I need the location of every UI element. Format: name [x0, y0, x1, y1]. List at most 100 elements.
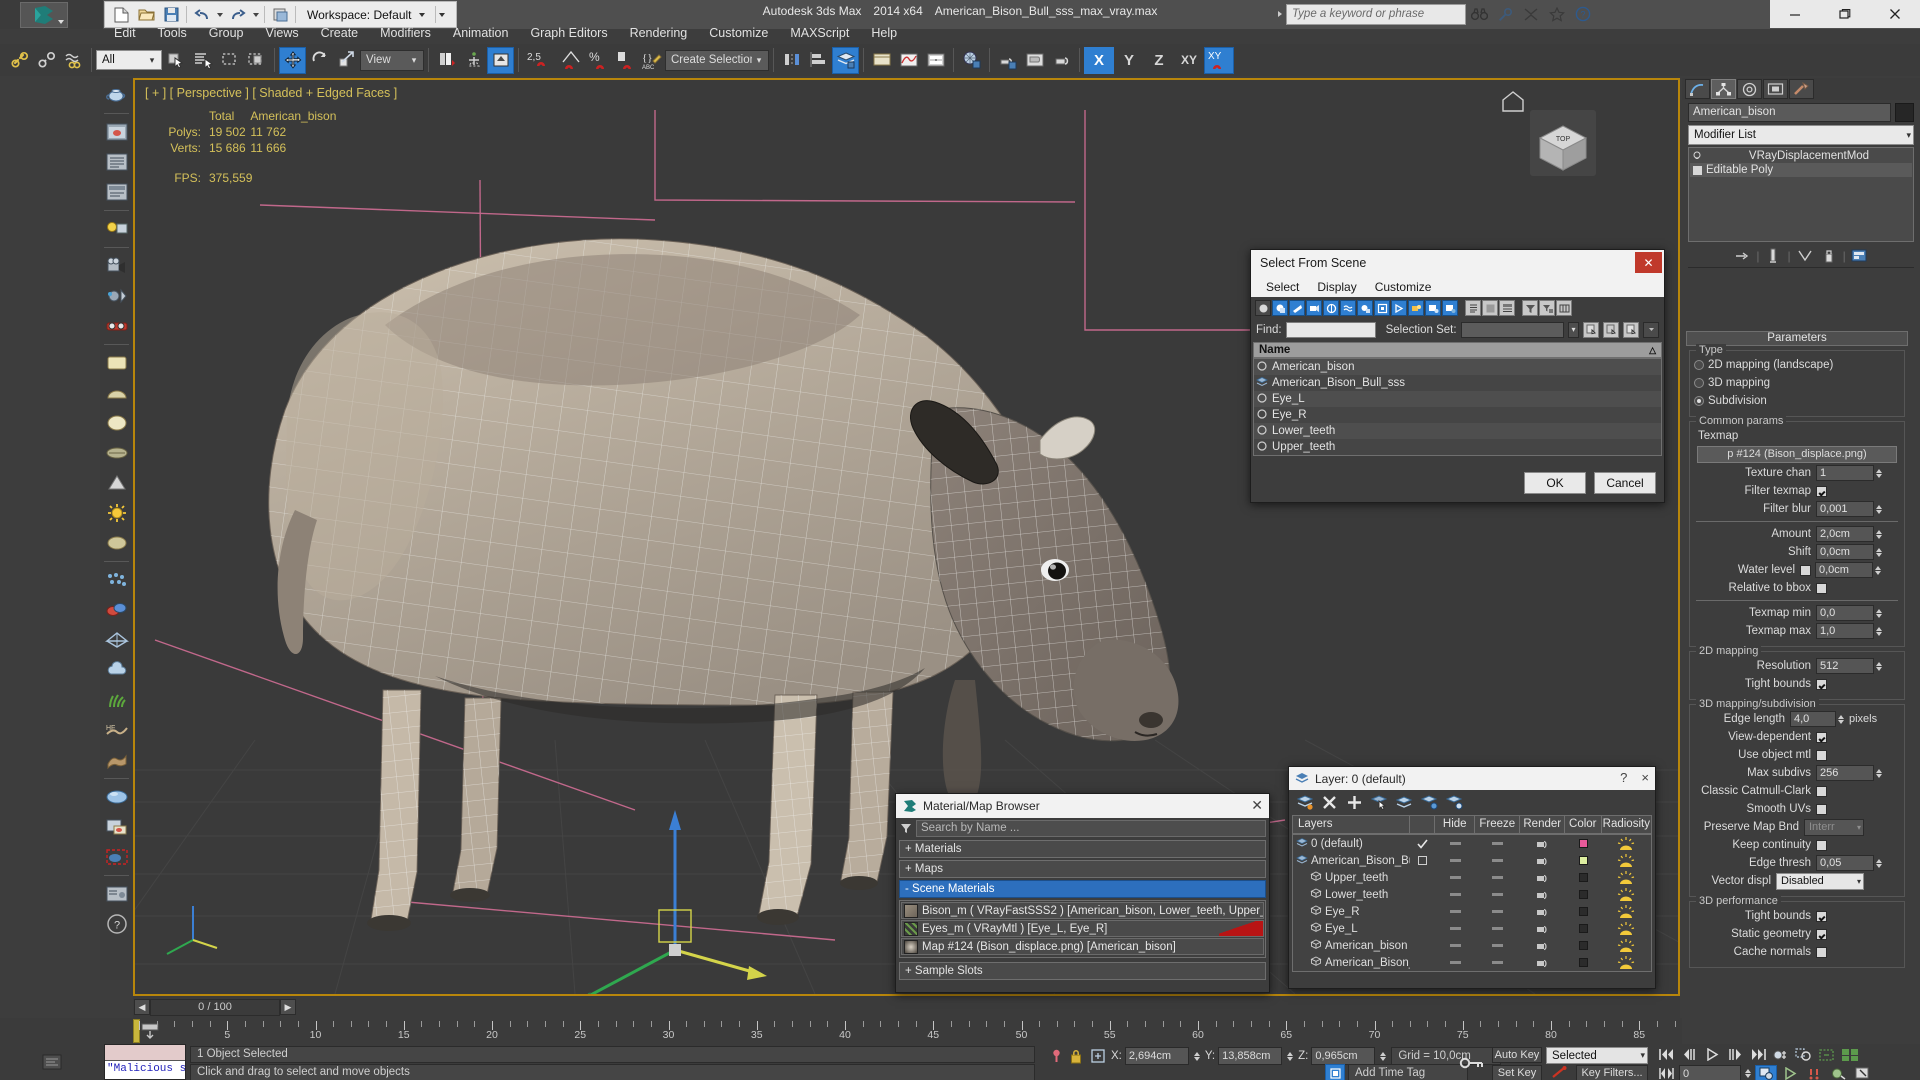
edit-named-selection-sets-icon[interactable]: {} ABC: [638, 47, 665, 74]
highlight-selected-objects-icon[interactable]: [1395, 793, 1414, 811]
edge-thresh-spinner[interactable]: [1874, 854, 1884, 872]
subscription-icon[interactable]: [1518, 2, 1544, 26]
chevron-down-icon-8[interactable]: ▾: [1568, 321, 1579, 338]
texture-chan-field[interactable]: 1: [1816, 465, 1874, 481]
layer-render-toggle[interactable]: [1521, 869, 1565, 886]
snaps-toggle-icon[interactable]: 2,5: [523, 47, 557, 74]
sfs-display-xrefs-icon[interactable]: [1391, 300, 1407, 316]
water-level-field[interactable]: 0,0cm: [1815, 562, 1873, 578]
layer-render-toggle[interactable]: [1521, 903, 1565, 920]
selection-filter-dropdown[interactable]: All ▾: [96, 50, 162, 70]
time-configuration-icon[interactable]: [1770, 1046, 1792, 1063]
z-spinner[interactable]: [1378, 1047, 1388, 1065]
sfs-close-button[interactable]: ✕: [1635, 252, 1662, 273]
remove-modifier-icon[interactable]: [1819, 246, 1839, 266]
keep-continuity-checkbox[interactable]: [1816, 839, 1827, 851]
cloud-icon[interactable]: [102, 655, 131, 684]
layer-freeze-toggle[interactable]: [1475, 852, 1520, 869]
tab-hierarchy[interactable]: [1737, 79, 1762, 99]
y-coordinate-field[interactable]: 13,858cm: [1218, 1047, 1283, 1065]
next-frame-button[interactable]: ▶: [280, 999, 296, 1015]
sfs-add-selset-icon[interactable]: [1583, 321, 1599, 338]
layer-hide-toggle[interactable]: [1436, 954, 1476, 971]
panel-view-icon[interactable]: [102, 177, 131, 206]
use-transform-coordinate-center-icon[interactable]: [487, 46, 514, 74]
texmap-max-field[interactable]: 1,0: [1816, 623, 1874, 639]
layer-current-toggle[interactable]: [1410, 954, 1436, 971]
particles-icon[interactable]: [102, 565, 131, 594]
texmap-max-spinner[interactable]: [1874, 622, 1884, 640]
edge-length-spinner[interactable]: [1836, 710, 1846, 728]
search-input[interactable]: Type a keyword or phrase: [1286, 3, 1466, 25]
layer-row[interactable]: 0 (default): [1293, 835, 1651, 852]
layer-current-toggle[interactable]: [1410, 937, 1436, 954]
cache-normals-checkbox[interactable]: [1816, 946, 1827, 958]
mmb-item-bison-m[interactable]: Bison_m ( VRayFastSSS2 ) [American_bison…: [901, 902, 1264, 919]
tab-utilities[interactable]: [1789, 79, 1814, 99]
sfs-list-row[interactable]: Eye_R: [1254, 407, 1661, 423]
sfs-panel-view-icon[interactable]: [1482, 300, 1498, 316]
sfs-ok-button[interactable]: OK: [1524, 472, 1586, 494]
render-preview-icon[interactable]: [102, 117, 131, 146]
menu-item-help[interactable]: Help: [860, 24, 908, 42]
shift-spinner[interactable]: [1874, 543, 1884, 561]
layer-color-swatch[interactable]: [1565, 886, 1602, 903]
track-bar[interactable]: 5101520253035404550556065707580859095100: [0, 1018, 1920, 1044]
lightbulb-icon[interactable]: [1692, 151, 1702, 161]
mmb-search-input[interactable]: Search by Name ...: [916, 819, 1266, 837]
layer-hide-toggle[interactable]: [1436, 903, 1476, 920]
type-option-3d[interactable]: 3D mapping: [1694, 375, 1900, 391]
select-and-link-icon[interactable]: [6, 47, 33, 74]
select-and-move-icon[interactable]: [279, 46, 306, 74]
mmb-material-list[interactable]: Bison_m ( VRayFastSSS2 ) [American_bison…: [899, 900, 1266, 958]
configure-modifier-sets-icon[interactable]: [1850, 246, 1870, 266]
texmap-button[interactable]: p #124 (Bison_displace.png): [1697, 446, 1897, 463]
search-expand-icon[interactable]: [1278, 11, 1282, 17]
smooth-uvs-checkbox[interactable]: [1816, 803, 1827, 815]
material-slot-sphere-icon[interactable]: [102, 408, 131, 437]
select-by-name-icon[interactable]: [189, 47, 216, 74]
mirror-icon[interactable]: [778, 47, 805, 74]
menu-item-rendering[interactable]: Rendering: [619, 24, 699, 42]
shift-field[interactable]: 0,0cm: [1816, 544, 1874, 560]
menu-item-views[interactable]: Views: [254, 24, 309, 42]
sfs-display-lights-icon[interactable]: [1306, 300, 1322, 316]
modifier-stack-item-1[interactable]: Editable Poly: [1690, 163, 1912, 177]
sfs-name-column-header[interactable]: Name △: [1253, 342, 1662, 358]
key-mode-toggle-icon[interactable]: [1455, 1046, 1489, 1080]
angle-snap-toggle-icon[interactable]: [557, 47, 584, 74]
layer-freeze-toggle[interactable]: [1475, 937, 1520, 954]
layer-radiosity-toggle[interactable]: [1602, 954, 1651, 971]
restrict-axis-x-button[interactable]: X: [1084, 46, 1114, 74]
auto-key-button[interactable]: Auto Key: [1492, 1047, 1542, 1063]
sfs-display-bones-icon[interactable]: [1408, 300, 1424, 316]
tight-bounds-2d-checkbox[interactable]: [1816, 678, 1827, 690]
modifier-stack[interactable]: VRayDisplacementMod Editable Poly: [1688, 147, 1914, 242]
zoom-region-icon[interactable]: [1851, 1065, 1873, 1080]
water-level-checkbox[interactable]: [1800, 564, 1811, 576]
amount-field[interactable]: 2,0cm: [1816, 526, 1874, 542]
reference-coordinate-system-dropdown[interactable]: View ▾: [360, 49, 424, 71]
sfs-selection-set-dropdown[interactable]: [1460, 321, 1564, 338]
use-pivot-point-center-icon[interactable]: [433, 47, 460, 74]
sfs-filter-config-icon[interactable]: [1539, 300, 1555, 316]
layer-render-toggle[interactable]: [1521, 954, 1565, 971]
sfs-remove-selset-icon[interactable]: [1603, 321, 1619, 338]
filter-blur-spinner[interactable]: [1874, 500, 1884, 518]
vector-displ-dropdown[interactable]: Disabled ▾: [1776, 872, 1864, 890]
layer-render-toggle[interactable]: [1521, 886, 1565, 903]
sfs-edit-selset-icon[interactable]: [1623, 321, 1639, 338]
asset-browser-icon[interactable]: [102, 879, 131, 908]
layer-color-swatch[interactable]: [1565, 852, 1602, 869]
layer-hide-toggle[interactable]: [1435, 835, 1475, 852]
perf-tight-bounds-checkbox[interactable]: [1816, 910, 1827, 922]
material-slot-flat-icon[interactable]: [102, 348, 131, 377]
water-level-spinner[interactable]: [1873, 561, 1883, 579]
material-slot-cylinder-icon[interactable]: [102, 438, 131, 467]
play-preview-icon[interactable]: [1779, 1065, 1801, 1080]
restrict-axis-z-button[interactable]: Z: [1144, 47, 1174, 74]
isolate-selection-icon[interactable]: [1048, 1047, 1064, 1065]
object-color-swatch[interactable]: [1895, 103, 1914, 122]
layer-freeze-toggle[interactable]: [1475, 903, 1520, 920]
sfs-list-row[interactable]: Upper_teeth: [1254, 439, 1661, 455]
